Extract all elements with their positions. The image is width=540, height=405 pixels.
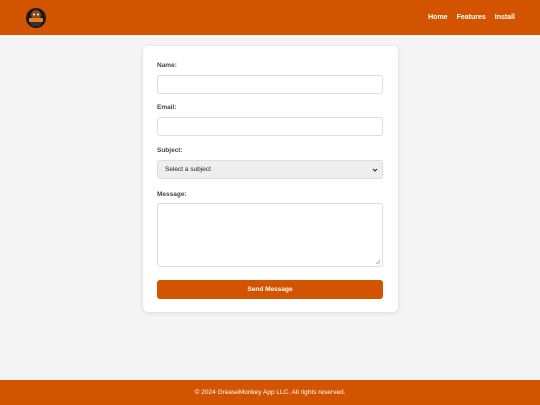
contact-form-card: Name: Email: Subject: Select a subject M… [143,46,398,312]
nav-link-home[interactable]: Home [428,14,447,21]
chevron-down-icon [372,168,378,172]
subject-select[interactable]: Select a subject [157,160,383,179]
monkey-logo-icon[interactable] [25,7,47,29]
nav-link-install[interactable]: Install [495,14,515,21]
footer-bar: © 2024 GreaseMonkey App LLC. All rights … [0,380,540,405]
copyright-text: © 2024 GreaseMonkey App LLC. All rights … [194,389,346,396]
send-message-button[interactable]: Send Message [157,280,383,299]
email-label: Email: [157,104,177,111]
name-label: Name: [157,62,177,69]
nav-link-features[interactable]: Features [457,14,486,21]
subject-select-value: Select a subject [165,166,211,173]
email-field[interactable] [157,117,383,136]
message-textarea[interactable] [157,203,383,267]
subject-label: Subject: [157,147,183,154]
name-field[interactable] [157,75,383,94]
resize-handle-icon[interactable] [375,259,381,265]
message-label: Message: [157,191,187,198]
main-nav: Home Features Install [428,14,515,21]
header-bar: Home Features Install [0,0,540,35]
